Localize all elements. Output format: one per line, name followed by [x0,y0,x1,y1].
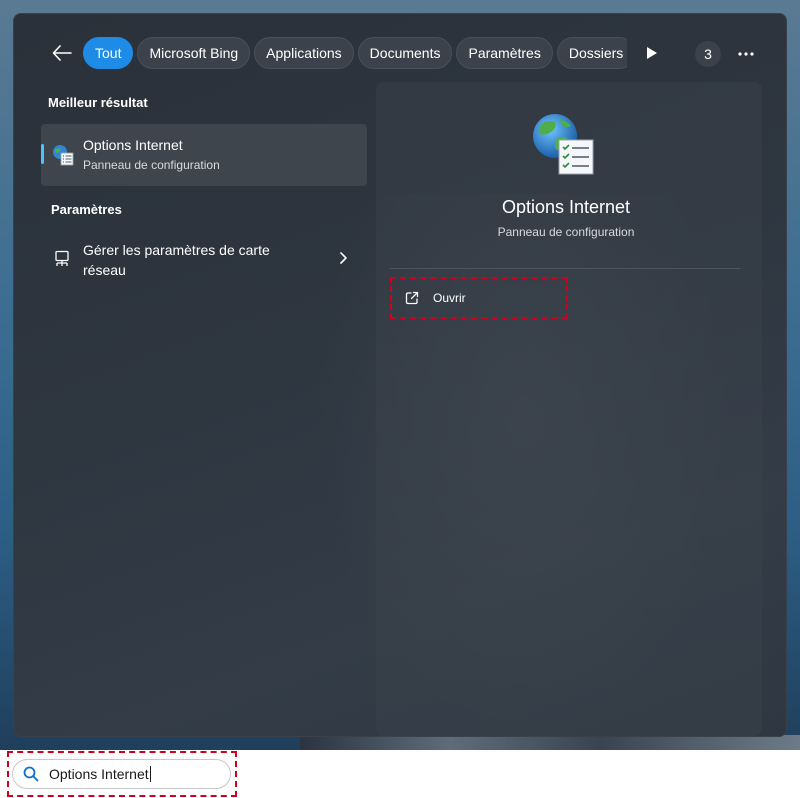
network-adapter-icon [53,250,71,268]
search-query-text: Options Internet [49,766,149,782]
more-filters-button[interactable] [643,44,661,62]
settings-heading: Paramètres [51,202,122,217]
filter-tab-applications[interactable]: Applications [254,37,354,69]
filter-tab-dossiers[interactable]: Dossiers [556,37,627,69]
detail-title: Options Internet [501,197,631,217]
internet-options-icon [52,144,74,166]
ellipsis-icon [738,52,754,56]
text-caret [149,766,151,782]
best-result-title: Options Internet [83,137,183,153]
setting-item-network-adapter[interactable]: Gérer les paramètres de carte réseau [41,230,367,288]
selection-indicator [41,144,44,164]
filter-tab-parametres[interactable]: Paramètres [456,37,553,69]
play-icon [647,47,657,59]
chevron-right-icon [337,251,349,265]
filter-bar: Tout Microsoft Bing Applications Documen… [83,37,627,69]
search-input[interactable]: Options Internet [49,766,151,782]
filter-tab-documents[interactable]: Documents [357,37,453,69]
detail-divider [390,268,740,269]
filter-tab-microsoft-bing[interactable]: Microsoft Bing [137,37,251,69]
search-panel: Tout Microsoft Bing Applications Documen… [13,13,787,737]
detail-pane: Options Internet Panneau de configuratio… [376,82,762,736]
open-button-label: Ouvrir [433,291,466,305]
detail-subtitle: Panneau de configuration [497,225,635,239]
best-result-item[interactable]: Options Internet Panneau de configuratio… [41,124,367,186]
best-result-heading: Meilleur résultat [48,95,148,110]
taskbar-search-box[interactable]: Options Internet [12,759,231,789]
filter-tab-tout[interactable]: Tout [83,37,134,69]
search-icon [23,766,39,782]
arrow-left-icon [52,45,72,61]
rewards-count-badge[interactable]: 3 [695,41,721,67]
setting-item-label: Gérer les paramètres de carte réseau [83,242,270,278]
internet-options-large-icon [531,112,595,176]
best-result-subtitle: Panneau de configuration [83,158,220,172]
desktop-wallpaper-rocks [300,735,800,750]
back-button[interactable] [49,40,75,66]
more-options-button[interactable] [731,41,761,67]
open-button[interactable]: Ouvrir [390,277,568,319]
open-external-icon [404,290,420,306]
